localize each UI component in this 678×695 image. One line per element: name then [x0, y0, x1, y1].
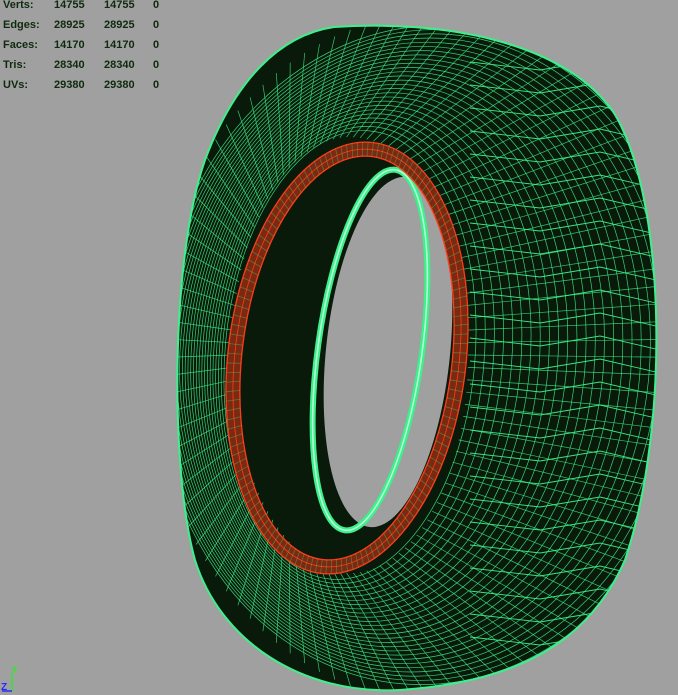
hud-value: 0 — [153, 39, 160, 51]
hud-label: UVs: — [3, 79, 29, 91]
hud-value: 29380 — [104, 79, 135, 91]
hud-value: 28925 — [104, 19, 135, 31]
hud-value: 14170 — [104, 39, 135, 51]
hud-value: 0 — [153, 59, 160, 71]
tire-wireframe-mesh[interactable] — [0, 0, 678, 695]
hud-label: Faces: — [3, 39, 38, 51]
modeling-viewport[interactable]: Verts: 14755 14755 0 Edges: 28925 28925 … — [0, 0, 678, 695]
hud-value: 14170 — [54, 39, 85, 51]
hud-value: 0 — [153, 0, 160, 11]
hud-label: Tris: — [3, 59, 27, 71]
hud-value: 28925 — [54, 19, 85, 31]
axis-z-label: Z — [1, 682, 8, 693]
hud-value: 28340 — [54, 59, 85, 71]
hud-value: 14755 — [54, 0, 85, 11]
axis-y-label: Y — [11, 665, 18, 676]
hud-label: Verts: — [3, 0, 34, 11]
hud-value: 0 — [153, 19, 160, 31]
hud-value: 0 — [153, 79, 160, 91]
hud-value: 14755 — [104, 0, 135, 11]
hud-value: 29380 — [54, 79, 85, 91]
hud-label: Edges: — [3, 19, 40, 31]
hud-value: 28340 — [104, 59, 135, 71]
view-axis-gizmo: Y Z — [0, 665, 24, 695]
